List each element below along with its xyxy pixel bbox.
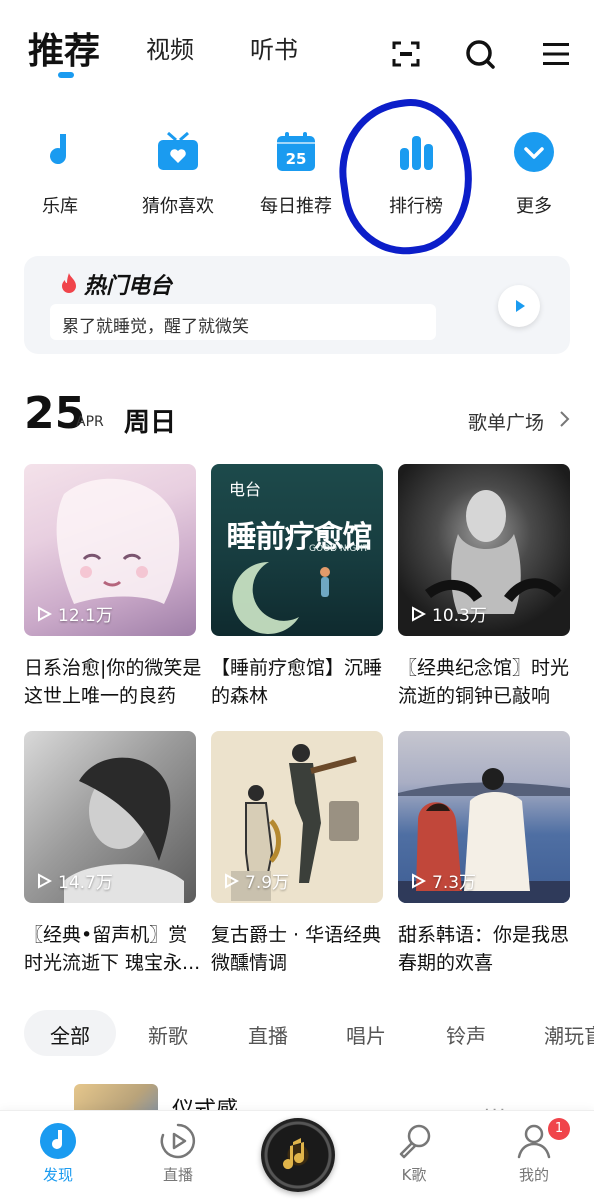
scan-icon[interactable] xyxy=(390,38,422,70)
radio-play-button[interactable] xyxy=(498,285,540,327)
play-count: 12.1万 xyxy=(36,601,113,626)
date-month: APR xyxy=(76,414,104,430)
category-ringtones[interactable]: 铃声 xyxy=(446,1020,486,1049)
music-note-icon xyxy=(50,134,67,165)
date-weekday: 周日 xyxy=(124,408,177,438)
category-albums[interactable]: 唱片 xyxy=(346,1020,386,1049)
playlist-cover: 12.1万 xyxy=(24,464,196,636)
playlist-title: 【睡前疗愈馆】沉睡的森林 xyxy=(211,657,383,707)
calendar-icon: 25 xyxy=(277,132,315,171)
nav-label: 我的 xyxy=(518,1166,549,1184)
nav-label: 发现 xyxy=(42,1166,73,1184)
nav-discover[interactable]: 发现 xyxy=(18,1122,98,1185)
microphone-icon xyxy=(399,1124,431,1159)
discover-icon xyxy=(40,1123,76,1159)
chevron-down-icon xyxy=(514,132,554,172)
quicknav-label: 乐库 xyxy=(42,196,78,217)
play-outline-icon xyxy=(412,605,426,622)
playlist-card[interactable]: 10.3万 〖经典纪念馆〗时光流逝的铜钟已敲响 xyxy=(398,464,570,710)
play-outline-icon xyxy=(225,872,239,889)
tab-recommend[interactable]: 推荐 xyxy=(28,22,100,74)
moon-illustration xyxy=(232,561,330,634)
nav-karaoke[interactable]: K歌 xyxy=(374,1122,454,1185)
playlist-title: 甜系韩语：你是我思春期的欢喜 xyxy=(398,924,570,974)
category-new-songs[interactable]: 新歌 xyxy=(148,1020,188,1049)
chevron-right-icon[interactable] xyxy=(558,410,572,428)
svg-text:25: 25 xyxy=(286,150,307,168)
quicknav-label: 每日推荐 xyxy=(260,196,332,217)
playlist-card[interactable]: 电台 睡前疗愈馆 GOOD NIGHT 【睡前疗愈馆】沉睡的森林 xyxy=(211,464,383,710)
quicknav-guess-you-like[interactable]: 猜你喜欢 xyxy=(128,130,228,218)
playlist-title: 复古爵士 · 华语经典微醺情调 xyxy=(211,924,382,974)
play-outline-icon xyxy=(38,872,52,889)
playlist-square-link[interactable]: 歌单广场 xyxy=(468,408,544,435)
category-trendy-toys[interactable]: 潮玩盲 xyxy=(544,1020,594,1049)
category-all[interactable]: 全部 xyxy=(50,1020,90,1049)
playlist-card[interactable]: 7.3万 甜系韩语：你是我思春期的欢喜 xyxy=(398,731,570,977)
tab-video[interactable]: 视频 xyxy=(146,30,194,65)
playlist-title: 〖经典•留声机〗赏时光流逝下 瑰宝永... xyxy=(24,924,201,974)
radio-title: 热门电台 xyxy=(84,274,173,299)
quicknav-daily[interactable]: 25 每日推荐 xyxy=(246,130,346,218)
playlist-title: 〖经典纪念馆〗时光流逝的铜钟已敲响 xyxy=(398,657,570,707)
playlist-cover: 10.3万 xyxy=(398,464,570,636)
quicknav-library[interactable]: 乐库 xyxy=(10,130,110,218)
search-icon[interactable] xyxy=(464,38,496,70)
playlist-card[interactable]: 12.1万 日系治愈|你的微笑是这世上唯一的良药 xyxy=(24,464,201,710)
annotation-circle xyxy=(329,91,483,263)
flame-icon xyxy=(62,273,76,293)
quicknav-label: 更多 xyxy=(516,196,552,217)
playlist-card[interactable]: 14.7万 〖经典•留声机〗赏时光流逝下 瑰宝永... xyxy=(24,731,200,977)
category-live[interactable]: 直播 xyxy=(248,1020,288,1049)
nav-label: 直播 xyxy=(162,1166,193,1184)
play-count: 7.3万 xyxy=(410,868,476,893)
quicknav-label: 猜你喜欢 xyxy=(142,196,214,217)
play-outline-icon xyxy=(412,872,426,889)
music-notes-icon xyxy=(283,1138,305,1170)
tab-audiobook[interactable]: 听书 xyxy=(250,30,298,65)
tab-indicator xyxy=(58,72,74,78)
radio-subtitle: 累了就睡觉，醒了就微笑 xyxy=(62,317,249,337)
playlist-cover: 电台 睡前疗愈馆 GOOD NIGHT xyxy=(211,464,383,636)
heart-radio-icon xyxy=(158,131,198,170)
play-count: 10.3万 xyxy=(410,601,487,626)
playlist-cover: 14.7万 xyxy=(24,731,196,903)
nav-live[interactable]: 直播 xyxy=(138,1122,218,1185)
nav-label: K歌 xyxy=(401,1166,427,1184)
playlist-title: 日系治愈|你的微笑是这世上唯一的良药 xyxy=(24,657,202,707)
notification-badge: 1 xyxy=(548,1118,570,1140)
now-playing-disc[interactable] xyxy=(261,1118,335,1192)
play-count: 14.7万 xyxy=(36,868,113,893)
quicknav-more[interactable]: 更多 xyxy=(484,130,584,218)
live-play-icon xyxy=(160,1123,196,1159)
playlist-cover: 7.9万 xyxy=(211,731,383,903)
play-icon xyxy=(516,300,525,312)
play-outline-icon xyxy=(38,605,52,622)
playlist-cover: 7.3万 xyxy=(398,731,570,903)
play-count: 7.9万 xyxy=(223,868,289,893)
playlist-card[interactable]: 7.9万 复古爵士 · 华语经典微醺情调 xyxy=(211,731,383,977)
menu-icon[interactable] xyxy=(540,38,572,70)
